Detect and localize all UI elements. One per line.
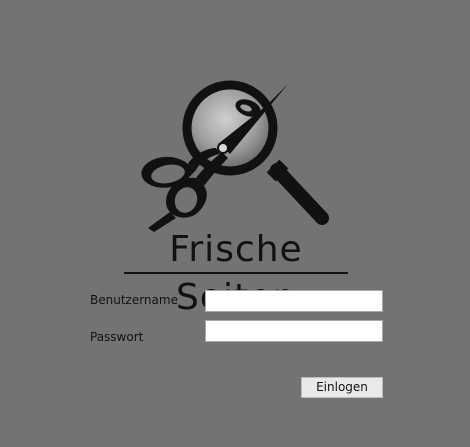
username-input[interactable] — [205, 290, 383, 312]
password-label: Passwort — [90, 330, 144, 344]
login-button[interactable]: Einlogen — [301, 377, 383, 398]
username-label: Benutzername — [90, 293, 178, 307]
password-input[interactable] — [205, 320, 383, 342]
brand-title: Frische Seiten — [169, 229, 303, 318]
scissors-magnifier-icon — [141, 80, 329, 232]
brand-title-underline — [124, 272, 348, 274]
